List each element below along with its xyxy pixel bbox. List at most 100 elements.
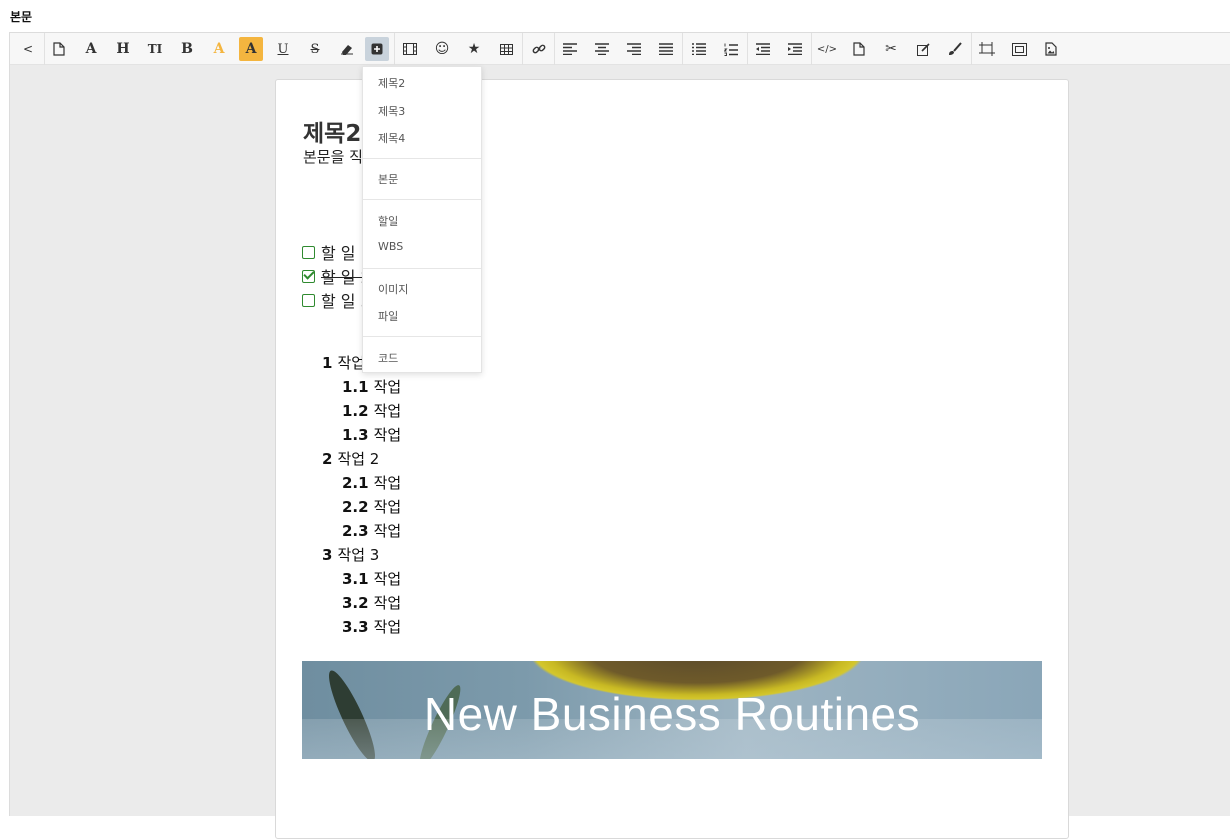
code-button[interactable]: </>	[815, 37, 839, 61]
wbs-label: 작업	[373, 594, 402, 612]
file-icon	[853, 42, 865, 56]
table-button[interactable]	[494, 37, 518, 61]
wbs-label: 작업 2	[337, 450, 380, 468]
wbs-item[interactable]: 3 작업 3	[322, 544, 379, 565]
menu-item-wbs[interactable]: WBS	[378, 240, 403, 253]
todo-item[interactable]: 할 일 2	[302, 266, 371, 287]
wbs-label: 작업	[373, 570, 402, 588]
wbs-number: 3.1	[342, 570, 369, 588]
indent-button[interactable]	[783, 37, 807, 61]
todo-item[interactable]: 할 일 3	[302, 290, 371, 311]
align-center-button[interactable]	[590, 37, 614, 61]
link-icon	[532, 42, 546, 56]
underline-button[interactable]: U	[271, 37, 295, 61]
video-button[interactable]	[398, 37, 422, 61]
strikethrough-button[interactable]: S	[303, 37, 327, 61]
menu-item-file[interactable]: 파일	[378, 308, 398, 324]
wbs-number: 3	[322, 546, 333, 564]
wbs-item[interactable]: 2.1 작업	[342, 472, 401, 493]
menu-item-heading4[interactable]: 제목4	[378, 130, 405, 146]
wbs-item[interactable]: 2 작업 2	[322, 448, 379, 469]
todo-item[interactable]: 할 일 1	[302, 242, 371, 263]
wbs-number: 1	[322, 354, 333, 372]
heading-button[interactable]: H	[111, 37, 135, 61]
menu-item-todo[interactable]: 할일	[378, 213, 398, 229]
insert-button[interactable]	[365, 37, 389, 61]
wbs-number: 1.1	[342, 378, 369, 396]
new-document-button[interactable]	[47, 37, 71, 61]
image-button[interactable]	[1039, 37, 1063, 61]
indent-icon	[788, 43, 802, 55]
bold-button[interactable]: B	[175, 37, 199, 61]
checkbox-checked-icon[interactable]	[302, 269, 315, 283]
wbs-number: 1.3	[342, 426, 369, 444]
align-left-button[interactable]	[558, 37, 582, 61]
wbs-label: 작업 3	[337, 546, 380, 564]
checkbox-icon[interactable]	[302, 293, 315, 307]
eraser-button[interactable]	[335, 37, 359, 61]
menu-item-heading2[interactable]: 제목2	[378, 75, 405, 91]
file-button[interactable]	[847, 37, 871, 61]
file-icon	[53, 42, 65, 56]
table-icon	[499, 43, 513, 55]
edit-icon	[916, 42, 930, 56]
resize-button[interactable]	[975, 37, 999, 61]
link-button[interactable]	[527, 37, 551, 61]
frame-icon	[1011, 42, 1027, 56]
align-right-icon	[627, 43, 641, 55]
wbs-item[interactable]: 3.1 작업	[342, 568, 401, 589]
text-size-button[interactable]: TI	[143, 37, 167, 61]
editor: < A H TI B A A U S ☺ ★ </> ✂ 제목2 본문을 직 할…	[9, 32, 1230, 839]
align-right-button[interactable]	[622, 37, 646, 61]
wbs-number: 2.1	[342, 474, 369, 492]
wbs-item[interactable]: 1.2 작업	[342, 400, 401, 421]
edit-button[interactable]	[911, 37, 935, 61]
wbs-label: 작업	[373, 426, 402, 444]
justify-button[interactable]	[654, 37, 678, 61]
highlight-button[interactable]: A	[239, 37, 263, 61]
wbs-number: 2.2	[342, 498, 369, 516]
font-color-button[interactable]: A	[207, 37, 231, 61]
insert-dropdown-menu: 제목2 제목3 제목4 본문 할일 WBS 이미지 파일 코드	[362, 66, 482, 373]
font-button[interactable]: A	[79, 37, 103, 61]
wbs-label: 작업	[337, 354, 366, 372]
wbs-item[interactable]: 1.3 작업	[342, 424, 401, 445]
document-heading[interactable]: 제목2	[303, 114, 361, 148]
wbs-label: 작업	[373, 402, 402, 420]
wbs-number: 2	[322, 450, 333, 468]
menu-item-image[interactable]: 이미지	[378, 281, 408, 297]
menu-item-body[interactable]: 본문	[378, 171, 398, 187]
align-center-icon	[595, 43, 609, 55]
frame-button[interactable]	[1007, 37, 1031, 61]
brush-button[interactable]	[943, 37, 967, 61]
document-body-text[interactable]: 본문을 직	[303, 146, 363, 167]
wbs-label: 작업	[373, 378, 402, 396]
numbered-list-icon	[724, 43, 738, 56]
outdent-button[interactable]	[751, 37, 775, 61]
wbs-number: 3.3	[342, 618, 369, 636]
wbs-label: 작업	[373, 522, 402, 540]
numbered-list-button[interactable]	[719, 37, 743, 61]
image-icon	[1045, 42, 1057, 56]
wbs-item[interactable]: 3.2 작업	[342, 592, 401, 613]
wbs-item[interactable]: 2.3 작업	[342, 520, 401, 541]
star-button[interactable]: ★	[462, 37, 486, 61]
eraser-icon	[340, 43, 354, 55]
wbs-label: 작업	[373, 618, 402, 636]
bullet-list-button[interactable]	[687, 37, 711, 61]
menu-item-code[interactable]: 코드	[378, 350, 398, 366]
checkbox-icon[interactable]	[302, 245, 315, 259]
emoji-button[interactable]: ☺	[430, 37, 454, 61]
menu-item-heading3[interactable]: 제목3	[378, 103, 405, 119]
collapse-button[interactable]: <	[16, 37, 40, 61]
wbs-item[interactable]: 2.2 작업	[342, 496, 401, 517]
toolbar: < A H TI B A A U S ☺ ★ </> ✂	[10, 33, 1230, 65]
wbs-item[interactable]: 1.1 작업	[342, 376, 401, 397]
cut-button[interactable]: ✂	[879, 37, 903, 61]
menu-divider	[363, 336, 481, 337]
resize-icon	[979, 42, 995, 56]
banner-image[interactable]: New Business Routines	[302, 661, 1042, 759]
wbs-item[interactable]: 1 작업	[322, 352, 365, 373]
banner-title: New Business Routines	[423, 688, 921, 740]
wbs-item[interactable]: 3.3 작업	[342, 616, 401, 637]
